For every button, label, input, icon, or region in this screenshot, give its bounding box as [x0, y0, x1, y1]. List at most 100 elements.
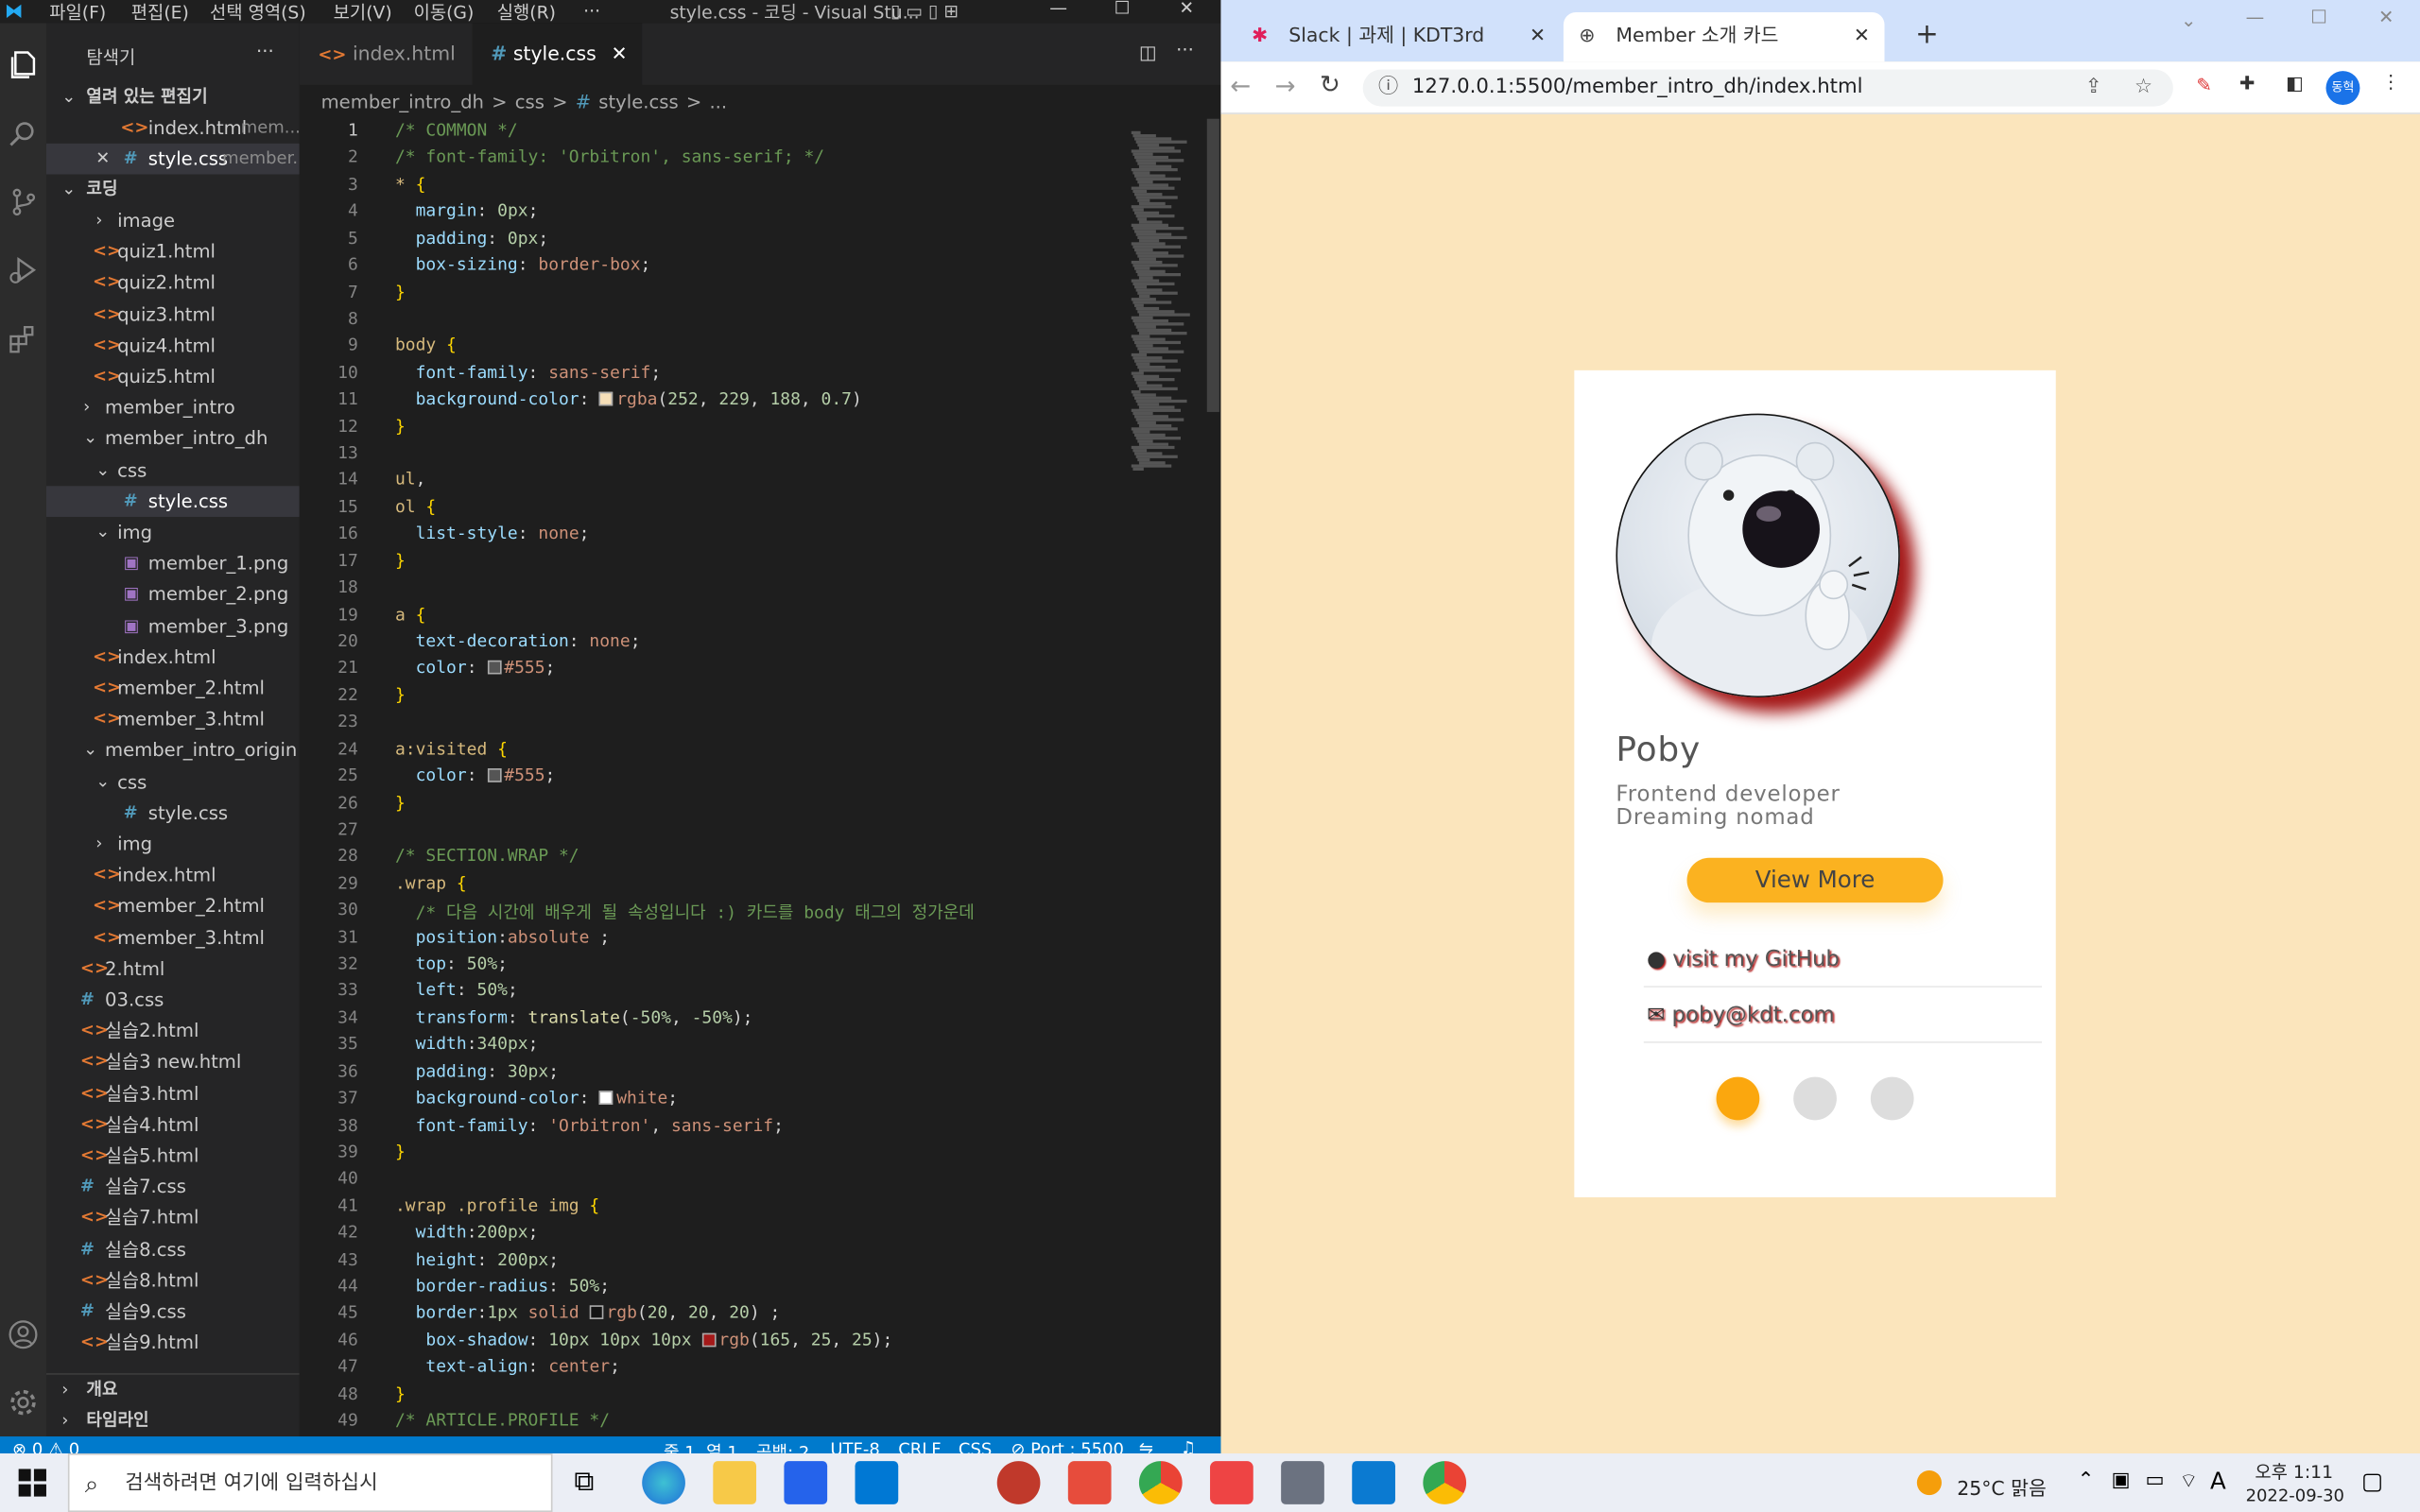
microsoft-store-icon[interactable] [784, 1461, 828, 1504]
code-line[interactable]: width:200px; [395, 1222, 539, 1242]
accounts-icon[interactable] [8, 1319, 39, 1350]
minimap[interactable] [1125, 118, 1202, 1437]
forward-icon[interactable]: → [1275, 71, 1296, 100]
code-line[interactable]: /* COMMON */ [395, 120, 518, 140]
clock-date[interactable]: 2022-09-30 [2246, 1486, 2344, 1505]
tree-folder[interactable]: › member_intro [46, 392, 300, 423]
code-line[interactable]: } [395, 792, 406, 812]
calculator-icon[interactable] [1281, 1461, 1324, 1504]
settings-gear-icon[interactable] [8, 1387, 39, 1418]
color-swatch[interactable] [487, 661, 502, 676]
browser-tab-member-card[interactable]: ⊕ Member 소개 카드 ✕ [1563, 12, 1885, 62]
tree-file[interactable]: <> index.html [46, 860, 300, 891]
tree-file[interactable]: <> 실습7.html [46, 1203, 300, 1234]
code-line[interactable]: box-shadow: 10px 10px 10px rgb(165, 25, … [395, 1330, 892, 1349]
share-icon[interactable]: ⇪ [2085, 69, 2102, 106]
code-line[interactable]: /* 다음 시간에 배우게 될 속성입니다 :) 카드를 body 태그의 정가… [395, 900, 975, 924]
tree-file[interactable]: <> quiz1.html [46, 236, 300, 267]
code-line[interactable]: a:visited { [395, 739, 508, 759]
tree-file[interactable]: <> 2.html [46, 954, 300, 985]
tray-device-icon[interactable]: ▣ [2112, 1469, 2131, 1491]
open-editor-item-active[interactable]: ✕#style.cssmember... [45, 143, 300, 175]
site-info-icon[interactable]: ⓘ [1378, 69, 1398, 106]
chrome-profile-icon[interactable] [1423, 1461, 1467, 1504]
tab-search-icon[interactable]: ⌄ [2181, 9, 2196, 31]
tree-file[interactable]: <> 실습3.html [46, 1078, 300, 1109]
close-tab-icon[interactable]: ✕ [1854, 12, 1870, 59]
code-line[interactable]: border-radius: 50%; [395, 1276, 610, 1296]
tree-folder[interactable]: ⌄ css [46, 455, 300, 486]
code-line[interactable]: } [395, 685, 406, 705]
code-line[interactable]: /* font-family: 'Orbitron', sans-serif; … [395, 147, 824, 167]
menu-item[interactable]: 파일(F) [49, 0, 106, 25]
code-line[interactable]: } [395, 282, 406, 301]
tree-folder[interactable]: ⌄ member_intro_origin [46, 735, 300, 766]
code-line[interactable]: width:340px; [395, 1034, 539, 1054]
chrome-icon[interactable] [1138, 1461, 1183, 1504]
tree-file[interactable]: <> member_3.html [46, 704, 300, 735]
tree-file[interactable]: <> member_2.html [46, 673, 300, 704]
code-line[interactable]: color: #555; [395, 765, 556, 785]
editor-more-icon[interactable]: ··· [1176, 39, 1194, 60]
windows-start-icon[interactable] [18, 1469, 46, 1501]
code-line[interactable]: color: #555; [395, 658, 556, 678]
tree-file[interactable]: <> quiz4.html [46, 330, 300, 361]
tree-file[interactable]: # style.css [45, 485, 300, 517]
email-link[interactable]: ✉ poby@kdt.com [1643, 988, 2043, 1043]
sync-app-icon[interactable] [1067, 1461, 1112, 1504]
code-line[interactable]: /* ARTICLE.PROFILE */ [395, 1411, 610, 1431]
code-line[interactable]: } [395, 1383, 406, 1403]
menu-item[interactable]: 실행(R) [497, 0, 556, 25]
browser-menu-icon[interactable]: ⋮ [2381, 71, 2400, 93]
outline-section[interactable]: › 개요 [46, 1375, 300, 1406]
breadcrumb-segment[interactable]: > [552, 91, 567, 112]
tree-file[interactable]: <> 실습5.html [46, 1141, 300, 1172]
maximize-icon[interactable]: ☐ [1115, 0, 1131, 19]
color-picker-extension-icon[interactable]: ✎ [2196, 74, 2211, 95]
weather-text[interactable]: 25°C 맑음 [1957, 1472, 2046, 1502]
code-line[interactable]: border:1px solid rgb(20, 20, 20) ; [395, 1303, 781, 1323]
tree-folder[interactable]: ⌄ css [46, 766, 300, 798]
task-view-icon[interactable]: ⧉ [574, 1461, 617, 1504]
split-editor-icon[interactable]: ◫ [1139, 42, 1157, 63]
menu-item[interactable]: 선택 영역(S) [210, 0, 306, 25]
open-editors-header[interactable]: ⌄ 열려 있는 편집기 [46, 82, 300, 113]
breadcrumb-segment[interactable]: > [492, 91, 507, 112]
taskbar-search-input[interactable]: ⌕ 검색하려면 여기에 입력하십시 [67, 1453, 553, 1512]
tree-file[interactable]: <> index.html [46, 642, 300, 673]
reload-icon[interactable]: ↻ [1320, 69, 1340, 98]
code-line[interactable]: ul, [395, 470, 425, 490]
code-line[interactable]: background-color: white; [395, 1088, 679, 1108]
code-line[interactable]: .wrap { [395, 873, 467, 893]
code-line[interactable]: margin: 0px; [395, 201, 539, 221]
game-app-icon[interactable] [996, 1461, 1041, 1504]
tree-file[interactable]: # 실습9.css [46, 1296, 300, 1327]
pagination-dot-2[interactable] [1793, 1076, 1837, 1121]
editor-scrollbar[interactable] [1206, 118, 1219, 412]
breadcrumb[interactable]: member_intro_dh > css > # style.css >... [321, 85, 735, 119]
tree-file[interactable]: <> 실습3 new.html [46, 1047, 300, 1078]
code-line[interactable]: top: 50%; [395, 954, 508, 973]
mail-icon[interactable] [855, 1461, 899, 1504]
menu-item[interactable]: ··· [583, 0, 600, 22]
tree-file[interactable]: ▣ member_2.png [46, 579, 300, 610]
tree-file[interactable]: <> 실습9.html [46, 1327, 300, 1358]
menu-item[interactable]: 보기(V) [334, 0, 392, 25]
back-icon[interactable]: ← [1230, 71, 1251, 100]
pagination-dot-1[interactable] [1716, 1076, 1760, 1121]
code-line[interactable]: text-decoration: none; [395, 631, 641, 651]
code-line[interactable]: font-family: sans-serif; [395, 362, 662, 382]
side-panel-icon[interactable]: ◧ [2286, 73, 2304, 94]
menu-item[interactable]: 편집(E) [131, 0, 189, 25]
code-line[interactable]: transform: translate(-50%, -50%); [395, 1007, 753, 1027]
code-line[interactable]: a { [395, 604, 425, 624]
tree-file[interactable]: # 실습8.css [46, 1233, 300, 1264]
pagination-dot-3[interactable] [1870, 1076, 1914, 1121]
open-editor-item[interactable]: <> index.html mem... [46, 112, 299, 144]
breadcrumb-segment[interactable]: # [576, 91, 591, 112]
color-swatch[interactable] [599, 392, 614, 406]
notification-center-icon[interactable]: ▢ [2361, 1468, 2383, 1495]
weather-sun-icon[interactable] [1916, 1469, 1942, 1496]
color-swatch[interactable] [599, 1091, 614, 1106]
code-line[interactable]: body { [395, 335, 457, 355]
